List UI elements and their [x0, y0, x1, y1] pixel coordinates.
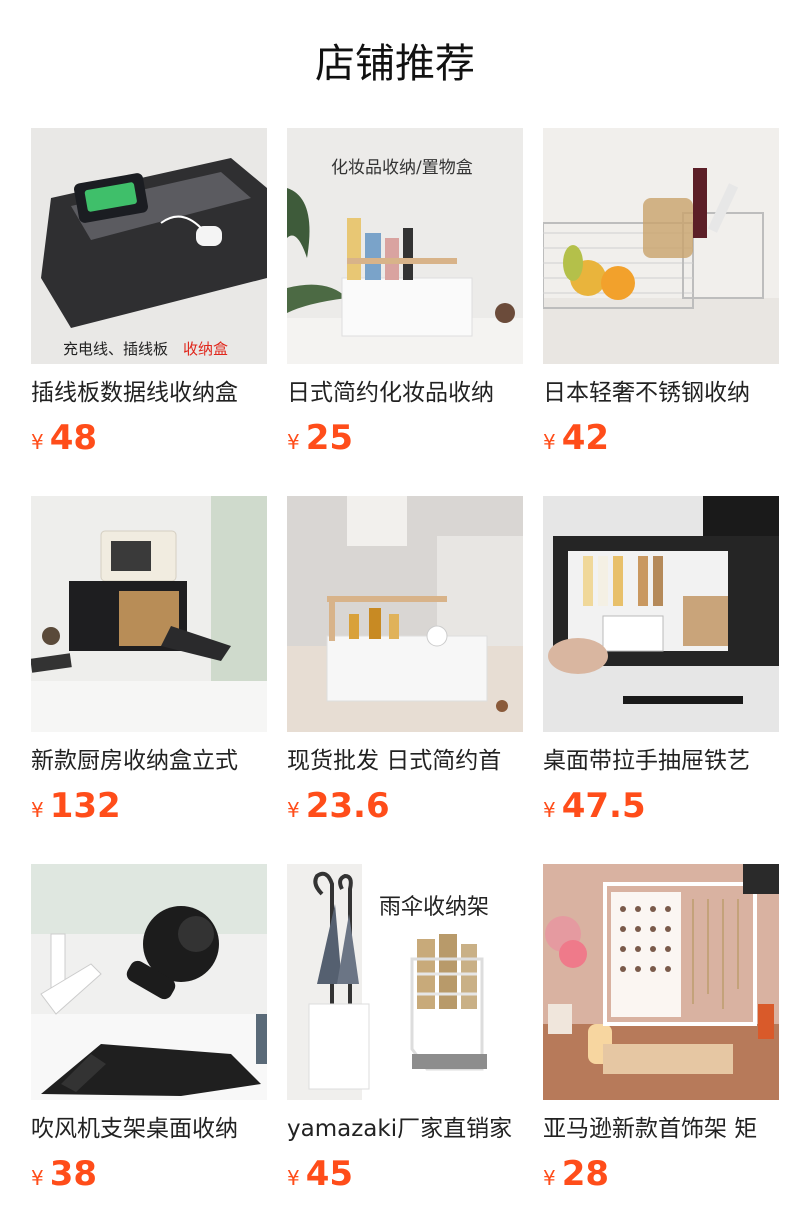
product-price: ¥23.6 — [287, 786, 390, 826]
product-card[interactable]: 吹风机支架桌面收纳 ¥38 — [31, 864, 267, 1200]
price-value: 45 — [305, 1154, 354, 1194]
currency-symbol: ¥ — [287, 1166, 300, 1190]
image-caption-highlight: 收纳盒 — [183, 340, 228, 358]
price-value: 25 — [305, 418, 354, 458]
product-price: ¥132 — [31, 786, 121, 826]
product-image[interactable] — [31, 864, 267, 1100]
product-name[interactable]: yamazaki厂家直销家 — [287, 1112, 523, 1146]
product-card[interactable]: 充电线、插线板 收纳盒 插线板数据线收纳盒 ¥48 — [31, 128, 267, 464]
product-name[interactable]: 吹风机支架桌面收纳 — [31, 1112, 267, 1146]
product-image[interactable] — [287, 496, 523, 732]
currency-symbol: ¥ — [31, 1166, 44, 1190]
currency-symbol: ¥ — [543, 1166, 556, 1190]
product-price: ¥48 — [31, 418, 97, 458]
product-card[interactable]: 新款厨房收纳盒立式 ¥132 — [31, 496, 267, 832]
image-caption: 充电线、插线板 — [63, 340, 168, 358]
product-name[interactable]: 新款厨房收纳盒立式 — [31, 744, 267, 778]
image-caption: 雨伞收纳架 — [379, 895, 489, 920]
product-image[interactable] — [543, 864, 779, 1100]
price-value: 38 — [49, 1154, 98, 1194]
product-card[interactable]: 桌面带拉手抽屉铁艺 ¥47.5 — [543, 496, 779, 832]
price-value: 28 — [561, 1154, 610, 1194]
product-image[interactable]: 充电线、插线板 收纳盒 — [31, 128, 267, 364]
product-card[interactable]: 亚马逊新款首饰架 矩 ¥28 — [543, 864, 779, 1200]
product-name[interactable]: 插线板数据线收纳盒 — [31, 376, 267, 410]
product-name[interactable]: 桌面带拉手抽屉铁艺 — [543, 744, 779, 778]
product-price: ¥42 — [543, 418, 609, 458]
currency-symbol: ¥ — [287, 430, 300, 454]
product-image[interactable]: 雨伞收纳架 — [287, 864, 523, 1100]
image-caption: 化妆品收纳/置物盒 — [331, 158, 473, 178]
product-card[interactable]: 日本轻奢不锈钢收纳 ¥42 — [543, 128, 779, 464]
product-price: ¥25 — [287, 418, 353, 458]
currency-symbol: ¥ — [543, 798, 556, 822]
product-card[interactable]: 化妆品收纳/置物盒 日式简约化妆品收纳 ¥25 — [287, 128, 523, 464]
product-image[interactable] — [543, 496, 779, 732]
product-name[interactable]: 亚马逊新款首饰架 矩 — [543, 1112, 779, 1146]
product-price: ¥28 — [543, 1154, 609, 1194]
currency-symbol: ¥ — [31, 798, 44, 822]
product-name[interactable]: 现货批发 日式简约首 — [287, 744, 523, 778]
product-card[interactable]: 雨伞收纳架 yamazaki厂家直销家 ¥45 — [287, 864, 523, 1200]
price-value: 48 — [49, 418, 98, 458]
product-price: ¥45 — [287, 1154, 353, 1194]
currency-symbol: ¥ — [31, 430, 44, 454]
product-grid: 充电线、插线板 收纳盒 插线板数据线收纳盒 ¥48 化妆品收纳/置物盒 日式简约… — [0, 0, 790, 1232]
currency-symbol: ¥ — [543, 430, 556, 454]
price-value: 47.5 — [561, 786, 646, 826]
product-price: ¥47.5 — [543, 786, 646, 826]
product-price: ¥38 — [31, 1154, 97, 1194]
price-value: 42 — [561, 418, 610, 458]
product-image[interactable]: 化妆品收纳/置物盒 — [287, 128, 523, 364]
product-name[interactable]: 日式简约化妆品收纳 — [287, 376, 523, 410]
price-value: 23.6 — [305, 786, 390, 826]
product-card[interactable]: 现货批发 日式简约首 ¥23.6 — [287, 496, 523, 832]
product-name[interactable]: 日本轻奢不锈钢收纳 — [543, 376, 779, 410]
product-image[interactable] — [543, 128, 779, 364]
currency-symbol: ¥ — [287, 798, 300, 822]
price-value: 132 — [49, 786, 121, 826]
product-image[interactable] — [31, 496, 267, 732]
